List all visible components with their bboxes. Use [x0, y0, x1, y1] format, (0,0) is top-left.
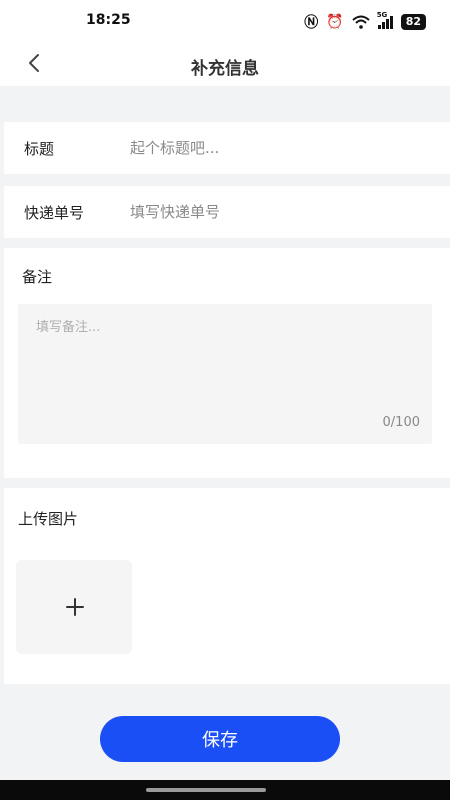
remark-section: 备注 0/100: [4, 248, 450, 478]
battery-icon: 82: [400, 14, 426, 30]
status-bar: 18:25 Ⓝ ⏰ 5G 82: [0, 0, 450, 44]
page-title: 补充信息: [191, 59, 259, 79]
plus-icon: [66, 598, 84, 616]
nav-bar: 补充信息: [0, 44, 450, 86]
tracking-label: 快递单号: [24, 204, 85, 222]
title-input[interactable]: [130, 134, 430, 162]
home-bar[interactable]: [146, 788, 266, 792]
signal-icon: 5G: [377, 11, 393, 29]
save-button[interactable]: 保存: [100, 716, 340, 762]
tracking-number-input[interactable]: [130, 198, 430, 226]
add-image-button[interactable]: [16, 560, 132, 654]
tracking-row: 快递单号: [4, 186, 450, 238]
status-icons: Ⓝ ⏰ 5G 82: [304, 11, 426, 32]
nfc-icon: Ⓝ: [304, 15, 319, 31]
remark-label: 备注: [22, 268, 53, 286]
upload-label: 上传图片: [18, 510, 79, 528]
remark-textarea[interactable]: [18, 304, 432, 414]
title-label: 标题: [24, 140, 55, 158]
status-time: 18:25: [86, 12, 131, 28]
wifi-icon: [352, 15, 370, 29]
remark-box: 0/100: [18, 304, 432, 444]
home-indicator: [0, 780, 450, 800]
title-row: 标题: [4, 122, 450, 174]
alarm-icon: ⏰: [326, 14, 344, 30]
upload-section: 上传图片: [4, 488, 450, 684]
remark-char-counter: 0/100: [382, 415, 420, 430]
network-type: 5G: [376, 11, 388, 19]
